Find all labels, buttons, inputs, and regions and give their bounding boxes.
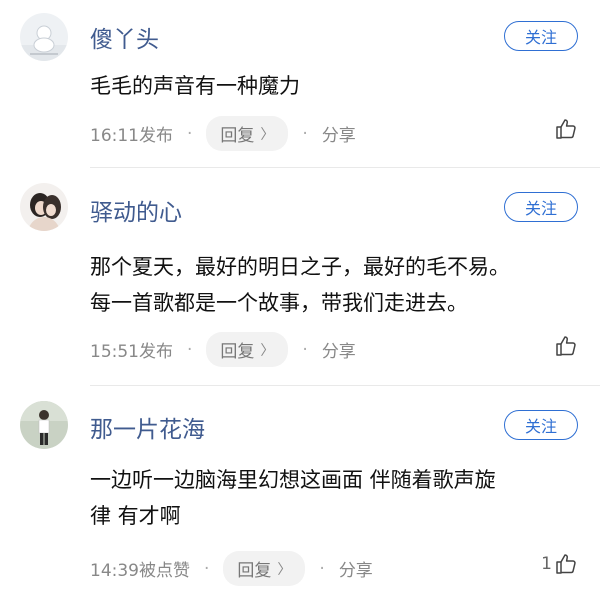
timestamp: 14:39被点赞 <box>90 561 190 581</box>
comment-text: 那个夏天，最好的明日之子，最好的毛不易。 每一首歌都是一个故事，带我们走进去。 <box>90 249 580 321</box>
comment-meta: 16:11发布 · 回复 〉 · 分享 <box>90 116 356 151</box>
share-button[interactable]: 分享 <box>339 556 373 581</box>
avatar[interactable] <box>20 13 68 61</box>
comment-text-line: 一边听一边脑海里幻想这画面 伴随着歌声旋 <box>90 468 496 492</box>
like-button[interactable] <box>552 334 578 358</box>
username[interactable]: 傻丫头 <box>90 20 159 54</box>
comment-text-line: 每一首歌都是一个故事，带我们走进去。 <box>90 291 468 315</box>
username[interactable]: 驿动的心 <box>90 193 182 227</box>
reply-label: 回复 <box>220 126 255 146</box>
separator-dot: · <box>187 123 193 144</box>
username[interactable]: 那一片花海 <box>90 410 205 444</box>
separator-dot: · <box>319 558 325 579</box>
separator-dot: · <box>187 339 193 360</box>
follow-button[interactable]: 关注 <box>504 192 578 222</box>
avatar[interactable] <box>20 401 68 449</box>
timestamp: 15:51发布 <box>90 342 173 362</box>
like-count: 1 <box>541 554 552 574</box>
comment-text-line: 那个夏天，最好的明日之子，最好的毛不易。 <box>90 255 510 279</box>
reply-label: 回复 <box>237 561 272 581</box>
share-button[interactable]: 分享 <box>322 337 356 362</box>
comment-meta: 14:39被点赞 · 回复 〉 · 分享 <box>90 551 373 586</box>
follow-button[interactable]: 关注 <box>504 410 578 440</box>
chevron-right-icon: 〉 <box>260 126 275 143</box>
separator-dot: · <box>302 123 308 144</box>
like-button[interactable] <box>552 117 578 141</box>
share-button[interactable]: 分享 <box>322 121 356 146</box>
timestamp: 16:11发布 <box>90 126 173 146</box>
comment-text-line: 律 有才啊 <box>90 504 181 528</box>
comment-text: 一边听一边脑海里幻想这画面 伴随着歌声旋 律 有才啊 <box>90 462 580 534</box>
reply-label: 回复 <box>220 342 255 362</box>
thumbs-up-icon <box>556 336 576 356</box>
like-button[interactable]: 1 <box>541 552 578 576</box>
reply-button[interactable]: 回复 〉 <box>206 116 289 151</box>
reply-button[interactable]: 回复 〉 <box>206 332 289 367</box>
thumbs-up-icon <box>556 554 576 574</box>
reply-button[interactable]: 回复 〉 <box>223 551 306 586</box>
chevron-right-icon: 〉 <box>260 342 275 359</box>
follow-button[interactable]: 关注 <box>504 21 578 51</box>
avatar[interactable] <box>20 183 68 231</box>
comment-text-line: 毛毛的声音有一种魔力 <box>90 74 300 98</box>
separator-dot: · <box>204 558 210 579</box>
thumbs-up-icon <box>556 119 576 139</box>
comment-text: 毛毛的声音有一种魔力 <box>90 68 580 104</box>
comment-meta: 15:51发布 · 回复 〉 · 分享 <box>90 332 356 367</box>
separator-dot: · <box>302 339 308 360</box>
chevron-right-icon: 〉 <box>277 561 292 578</box>
